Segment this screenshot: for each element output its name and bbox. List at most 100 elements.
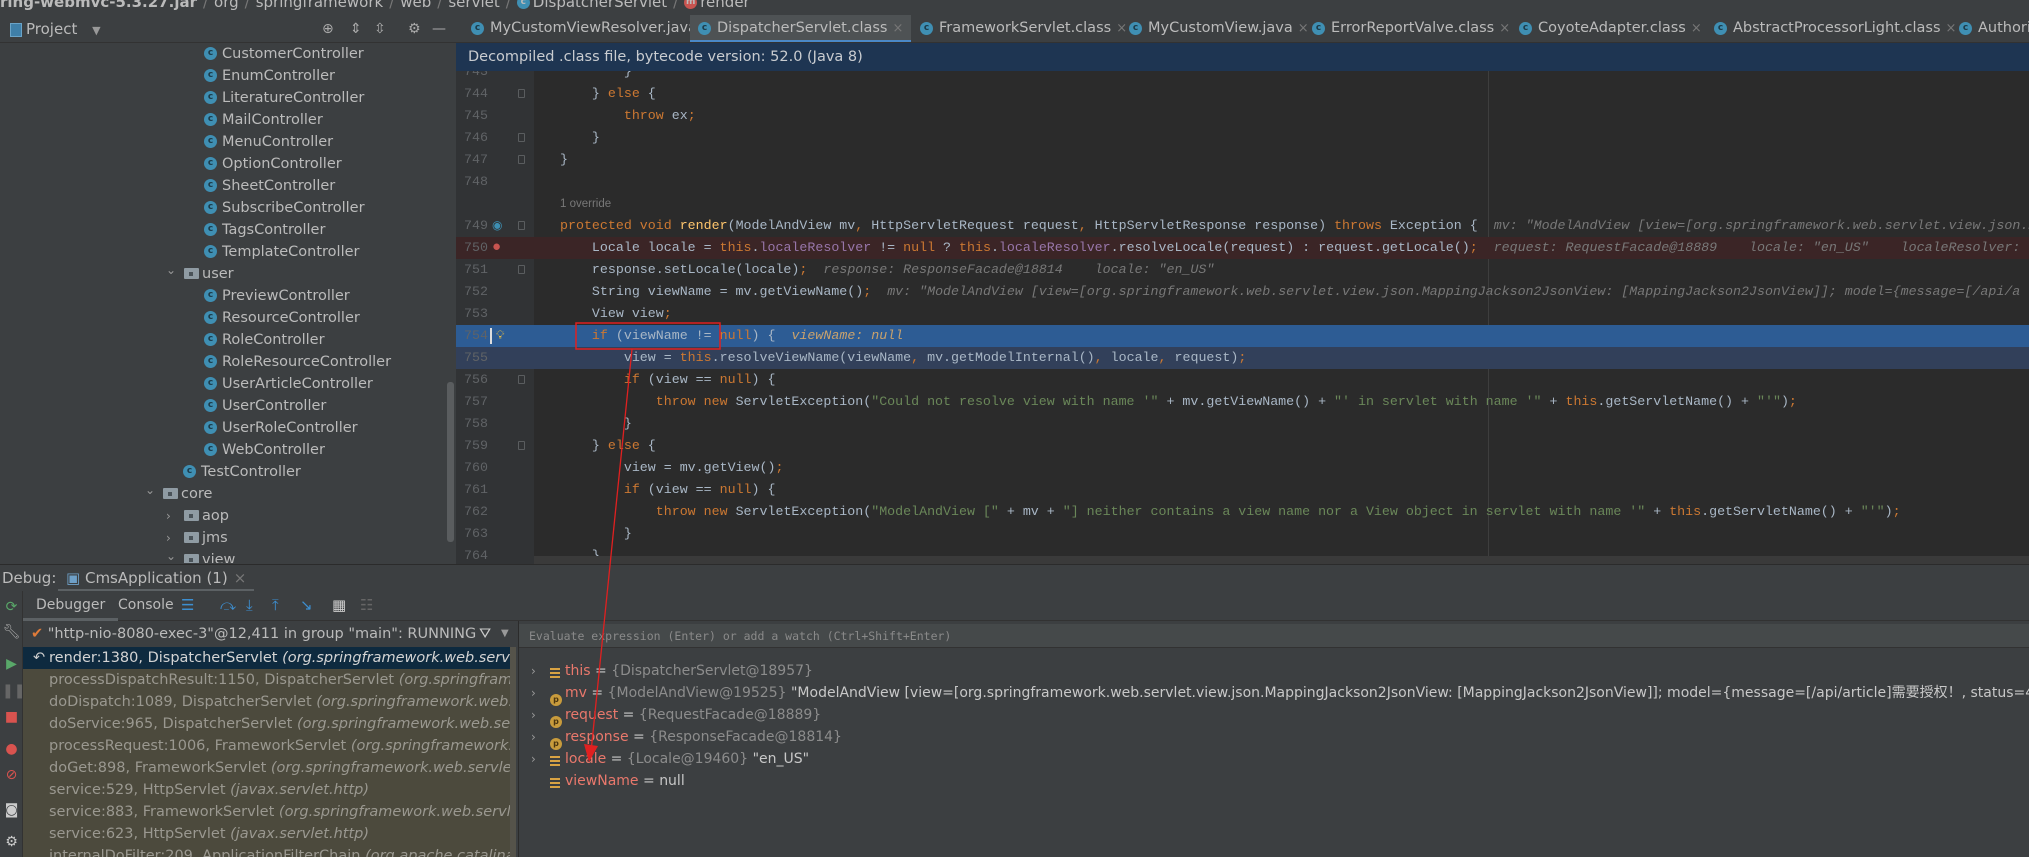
tree-item-subscribecontroller[interactable]: c SubscribeController xyxy=(0,197,445,219)
tab-errorreportvalve-class[interactable]: c ErrorReportValve.class × xyxy=(1304,15,1518,42)
evaluate-table-icon[interactable]: ▦ xyxy=(332,596,346,614)
stack-frame[interactable]: service:883, FrameworkServlet (org.sprin… xyxy=(23,801,516,823)
tab-authoriz[interactable]: c Authoriz xyxy=(1951,15,2029,42)
expand-all-icon[interactable]: ⇕ xyxy=(350,15,362,43)
line-number[interactable]: 754 xyxy=(460,325,488,347)
watch-expression-input[interactable]: Evaluate expression (Enter) or add a wat… xyxy=(519,624,2029,648)
stop-icon[interactable]: ■ xyxy=(2,707,21,727)
tab-frameworkservlet-class[interactable]: c FrameworkServlet.class × xyxy=(912,15,1135,42)
debug-session-tab[interactable]: ▣ CmsApplication (1) × xyxy=(58,565,255,592)
tab-dispatcherservlet-class[interactable]: c DispatcherServlet.class × xyxy=(690,15,912,42)
line-number[interactable]: 751 xyxy=(460,259,488,281)
tree-item-tagscontroller[interactable]: c TagsController xyxy=(0,219,445,241)
stack-frame[interactable]: internalDoFilter:209, ApplicationFilterC… xyxy=(23,845,516,857)
tree-item-aop[interactable]: › aop xyxy=(0,505,445,527)
tree-item-view[interactable]: ⌄ view xyxy=(0,549,445,563)
breadcrumb-item[interactable]: springframework xyxy=(256,0,383,11)
tree-item-usercontroller[interactable]: c UserController xyxy=(0,395,445,417)
tree-item-customercontroller[interactable]: c CustomerController xyxy=(0,43,445,65)
tree-item-testcontroller[interactable]: c TestController xyxy=(0,461,445,483)
code-line[interactable]: 755 view = this.resolveViewName(viewName… xyxy=(456,347,2029,369)
breadcrumb-item[interactable]: servlet xyxy=(448,0,499,11)
tree-scrollbar[interactable] xyxy=(447,382,454,542)
tree-item-webcontroller[interactable]: c WebController xyxy=(0,439,445,461)
stack-frame[interactable]: doGet:898, FrameworkServlet (org.springf… xyxy=(23,757,516,779)
code-line[interactable]: 748 xyxy=(456,171,2029,193)
tree-item-literaturecontroller[interactable]: c LiteratureController xyxy=(0,87,445,109)
code-line[interactable]: 743 } xyxy=(456,71,2029,83)
stack-frame[interactable]: doService:965, DispatcherServlet (org.sp… xyxy=(23,713,516,735)
line-number[interactable]: 752 xyxy=(460,281,488,303)
line-number[interactable]: 762 xyxy=(460,501,488,523)
frames-scrollbar[interactable] xyxy=(510,647,516,857)
project-title[interactable]: Project xyxy=(26,20,77,38)
line-number[interactable]: 755 xyxy=(460,347,488,369)
code-line[interactable]: 751 response.setLocale(locale); response:… xyxy=(456,259,2029,281)
variable-request[interactable]: › p request = {RequestFacade@18889} xyxy=(519,704,2029,728)
stack-frame[interactable]: ↶ render:1380, DispatcherServlet (org.spr… xyxy=(23,647,516,669)
fold-marker-icon[interactable] xyxy=(518,441,525,450)
lightbulb-icon[interactable]: 💡︎ xyxy=(496,325,504,347)
code-line[interactable]: 746 } xyxy=(456,127,2029,149)
line-number[interactable]: 743 xyxy=(460,71,488,83)
tree-item-templatecontroller[interactable]: c TemplateController xyxy=(0,241,445,263)
tab-mycustomviewresolver-java[interactable]: cMyCustomViewResolver.java× xyxy=(463,15,721,42)
camera-icon[interactable]: ◙ xyxy=(2,800,21,820)
chevron-right-icon[interactable]: › xyxy=(531,682,536,704)
code-line[interactable]: 747} xyxy=(456,149,2029,171)
step-out-icon[interactable]: ⤒ xyxy=(272,596,279,614)
stack-frame[interactable]: doDispatch:1089, DispatcherServlet (org.… xyxy=(23,691,516,713)
line-number[interactable]: 749 xyxy=(460,215,488,237)
line-number[interactable]: 747 xyxy=(460,149,488,171)
tree-item-core[interactable]: ⌄ core xyxy=(0,483,445,505)
tab-mycustomview-java[interactable]: c MyCustomView.java × xyxy=(1121,15,1317,42)
line-number[interactable]: 745 xyxy=(460,105,488,127)
code-line[interactable]: 752 String viewName = mv.getViewName(); m… xyxy=(456,281,2029,303)
fold-marker-icon[interactable] xyxy=(518,89,525,98)
resume-icon[interactable]: ▶ xyxy=(2,654,21,674)
override-method-icon[interactable]: ◉ xyxy=(492,215,502,237)
fold-marker-icon[interactable] xyxy=(518,155,525,164)
code-line[interactable]: 749 ◉ protected void render(ModelAndView m… xyxy=(456,215,2029,237)
code-line[interactable]: 763 } xyxy=(456,523,2029,545)
mute-breakpoints-icon[interactable]: ⊘ xyxy=(2,765,21,785)
tree-item-rolecontroller[interactable]: c RoleController xyxy=(0,329,445,351)
code-line[interactable]: 750 ● Locale locale = this.localeResolver… xyxy=(456,237,2029,259)
trace-icon[interactable]: ☷ xyxy=(360,596,373,614)
step-into-icon[interactable]: ⤓ xyxy=(246,596,253,614)
code-line[interactable]: 756 if (view == null) { xyxy=(456,369,2029,391)
rerun-icon[interactable]: ⟳ xyxy=(2,597,21,617)
dropdown-icon[interactable]: ▼ xyxy=(92,24,100,37)
code-editor[interactable]: 743 } 744 } else {745 throw ex; 746 } 747} 7… xyxy=(456,71,2029,564)
fold-marker-icon[interactable] xyxy=(518,375,525,384)
code-line[interactable]: 753 View view; xyxy=(456,303,2029,325)
chevron-down-icon[interactable]: ⌄ xyxy=(166,259,176,281)
close-tab-icon[interactable]: × xyxy=(1691,21,1702,36)
variable-mv[interactable]: › p mv = {ModelAndView@19525} "ModelAndVie… xyxy=(519,682,2029,706)
view-breakpoints-icon[interactable]: ● xyxy=(2,739,21,759)
variable-locale[interactable]: › locale = {Locale@19460} "en_US" xyxy=(519,748,2029,770)
tab-abstractprocessorlight-class[interactable]: c AbstractProcessorLight.class × xyxy=(1706,15,1964,42)
tree-item-mailcontroller[interactable]: c MailController xyxy=(0,109,445,131)
chevron-down-icon[interactable]: ⌄ xyxy=(145,479,155,501)
step-over-icon[interactable]: ⤼ xyxy=(220,596,236,614)
line-number[interactable]: 760 xyxy=(460,457,488,479)
chevron-right-icon[interactable]: › xyxy=(531,660,536,682)
breakpoint-icon[interactable]: ● xyxy=(492,237,501,259)
hide-icon[interactable]: — xyxy=(432,15,446,43)
tree-item-userarticlecontroller[interactable]: c UserArticleController xyxy=(0,373,445,395)
close-icon[interactable]: × xyxy=(234,569,247,587)
code-line[interactable]: 744 } else { xyxy=(456,83,2029,105)
fold-marker-icon[interactable] xyxy=(518,133,525,142)
code-line[interactable]: 760 view = mv.getView(); xyxy=(456,457,2029,479)
breadcrumb-item[interactable]: web xyxy=(400,0,431,11)
chevron-right-icon[interactable]: › xyxy=(166,505,171,527)
variable-this[interactable]: › this = {DispatcherServlet@18957} xyxy=(519,660,2029,682)
variable-viewname[interactable]: viewName = null xyxy=(519,770,2029,792)
close-tab-icon[interactable]: × xyxy=(1499,21,1510,36)
code-line[interactable]: 759 } else { xyxy=(456,435,2029,457)
code-line[interactable]: 754 💡︎ if (viewName != null) {viewName: n… xyxy=(456,325,2029,347)
filter-icon[interactable]: ⛛ xyxy=(479,621,491,647)
locate-icon[interactable]: ⊕ xyxy=(322,15,334,43)
tree-item-menucontroller[interactable]: c MenuController xyxy=(0,131,445,153)
